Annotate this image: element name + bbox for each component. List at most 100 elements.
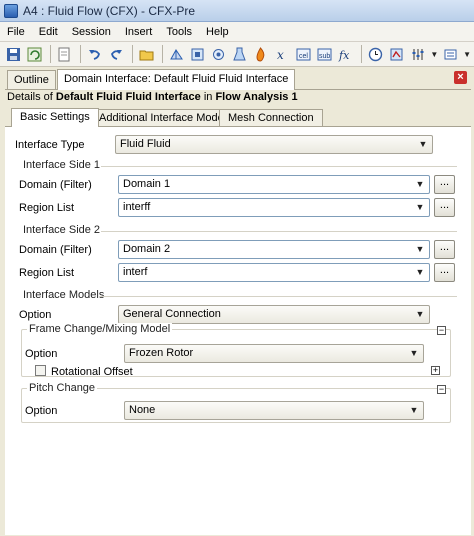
- open-file-icon[interactable]: [55, 44, 74, 64]
- interface-side-2-title: Interface Side 2: [23, 224, 101, 236]
- menu-file[interactable]: File: [0, 26, 32, 38]
- interface-type-select[interactable]: Fluid Fluid ▼: [115, 135, 433, 154]
- menu-insert[interactable]: Insert: [118, 26, 160, 38]
- domain-icon[interactable]: [188, 44, 207, 64]
- folder-icon[interactable]: [137, 44, 156, 64]
- close-icon[interactable]: ×: [454, 71, 467, 84]
- mesh-icon[interactable]: [167, 44, 186, 64]
- svg-text:fx: fx: [338, 49, 350, 62]
- chevron-down-icon: ▼: [418, 139, 428, 149]
- tab-mesh-connection[interactable]: Mesh Connection: [219, 109, 323, 126]
- collapse-icon[interactable]: −: [437, 326, 446, 335]
- chevron-down-icon: ▼: [415, 179, 425, 189]
- chevron-down-icon: ▼: [409, 405, 419, 415]
- panel-tabs: Outline Domain Interface: Default Fluid …: [5, 69, 471, 90]
- pitch-change-option-label: Option: [25, 405, 58, 417]
- collapse-icon[interactable]: −: [437, 385, 446, 394]
- details-in: in: [200, 91, 216, 103]
- group-divider: [101, 231, 457, 232]
- side1-region-browse-button[interactable]: ...: [434, 198, 455, 217]
- tab-domain-interface[interactable]: Domain Interface: Default Fluid Fluid In…: [57, 69, 296, 90]
- toolbar: x cel sub fx ▼ ▼: [0, 42, 474, 67]
- redo-icon[interactable]: [107, 44, 126, 64]
- rotational-offset-checkbox[interactable]: [35, 365, 46, 376]
- pitch-change-title: Pitch Change: [27, 382, 98, 394]
- svg-text:cel: cel: [299, 53, 308, 60]
- panel-content: Details of Default Fluid Fluid Interface…: [5, 89, 471, 535]
- interface-side-1-title: Interface Side 1: [23, 159, 101, 171]
- svg-text:sub: sub: [319, 53, 330, 60]
- chevron-down-icon[interactable]: ▼: [462, 44, 472, 64]
- chevron-down-icon: ▼: [415, 244, 425, 254]
- tab-outline[interactable]: Outline: [7, 70, 56, 89]
- window-title: A4 : Fluid Flow (CFX) - CFX-Pre: [23, 3, 196, 18]
- settings-icon[interactable]: [441, 44, 460, 64]
- frame-change-title: Frame Change/Mixing Model: [27, 323, 173, 335]
- interface-type-label: Interface Type: [15, 139, 85, 151]
- settings-tabs: Basic Settings Additional Interface Mode…: [5, 108, 471, 127]
- details-analysis: Flow Analysis 1: [215, 91, 298, 103]
- pitch-change-option-select[interactable]: None ▼: [124, 401, 424, 420]
- chevron-down-icon[interactable]: ▼: [430, 44, 440, 64]
- interface-model-option-value: General Connection: [123, 308, 221, 320]
- side1-region-label: Region List: [19, 202, 75, 214]
- side1-domain-label: Domain (Filter): [19, 179, 92, 191]
- frame-change-option-label: Option: [25, 348, 58, 360]
- side2-region-label: Region List: [19, 267, 75, 279]
- expand-icon[interactable]: +: [431, 366, 440, 375]
- side1-domain-select[interactable]: Domain 1 ▼: [118, 175, 430, 194]
- toolbar-separator: [131, 45, 133, 63]
- side2-domain-select[interactable]: Domain 2 ▼: [118, 240, 430, 259]
- undo-icon[interactable]: [85, 44, 104, 64]
- side1-region-value: interff: [123, 201, 151, 213]
- clock-icon[interactable]: [366, 44, 385, 64]
- side2-region-browse-button[interactable]: ...: [434, 263, 455, 282]
- chevron-down-icon: ▼: [415, 309, 425, 319]
- interface-models-title: Interface Models: [23, 289, 105, 301]
- title-bar: A4 : Fluid Flow (CFX) - CFX-Pre: [0, 0, 474, 22]
- menu-tools[interactable]: Tools: [159, 26, 199, 38]
- side1-region-select[interactable]: interff ▼: [118, 198, 430, 217]
- side2-domain-value: Domain 2: [123, 243, 171, 255]
- menu-help[interactable]: Help: [199, 26, 236, 38]
- toolbar-separator: [80, 45, 82, 63]
- solver-control-icon[interactable]: [387, 44, 406, 64]
- function-x-icon[interactable]: x: [273, 44, 292, 64]
- interface-model-option-label: Option: [19, 309, 52, 321]
- toolbar-separator: [50, 45, 52, 63]
- frame-change-option-select[interactable]: Frozen Rotor ▼: [124, 344, 424, 363]
- interface-model-option-select[interactable]: General Connection ▼: [118, 305, 430, 324]
- details-panel: Outline Domain Interface: Default Fluid …: [5, 69, 471, 535]
- user-function-icon[interactable]: sub: [315, 44, 334, 64]
- side2-region-select[interactable]: interf ▼: [118, 263, 430, 282]
- fx-icon[interactable]: fx: [336, 44, 355, 64]
- chevron-down-icon: ▼: [415, 202, 425, 212]
- details-object: Default Fluid Fluid Interface: [55, 91, 201, 103]
- save-icon[interactable]: [4, 44, 23, 64]
- tab-basic-settings[interactable]: Basic Settings: [11, 108, 99, 127]
- group-divider: [99, 296, 457, 297]
- chevron-down-icon: ▼: [409, 348, 419, 358]
- pitch-change-option-value: None: [129, 404, 156, 416]
- side1-domain-value: Domain 1: [123, 178, 171, 190]
- refresh-icon[interactable]: [25, 44, 44, 64]
- details-header: Details of Default Fluid Fluid Interface…: [7, 91, 298, 103]
- flask-icon[interactable]: [230, 44, 249, 64]
- frame-change-option-value: Frozen Rotor: [129, 347, 194, 359]
- side2-domain-browse-button[interactable]: ...: [434, 240, 455, 259]
- expression-icon[interactable]: cel: [294, 44, 313, 64]
- menu-bar: File Edit Session Insert Tools Help: [0, 22, 474, 42]
- output-control-icon[interactable]: [408, 44, 427, 64]
- boundary-icon[interactable]: [209, 44, 228, 64]
- toolbar-separator: [161, 45, 163, 63]
- svg-text:x: x: [277, 48, 284, 62]
- toolbar-separator: [361, 45, 363, 63]
- chevron-down-icon: ▼: [415, 267, 425, 277]
- side1-domain-browse-button[interactable]: ...: [434, 175, 455, 194]
- menu-edit[interactable]: Edit: [32, 26, 65, 38]
- rotational-offset-label: Rotational Offset: [51, 366, 133, 378]
- side2-region-value: interf: [123, 266, 148, 278]
- side2-domain-label: Domain (Filter): [19, 244, 92, 256]
- menu-session[interactable]: Session: [65, 26, 118, 38]
- flame-icon[interactable]: [251, 44, 270, 64]
